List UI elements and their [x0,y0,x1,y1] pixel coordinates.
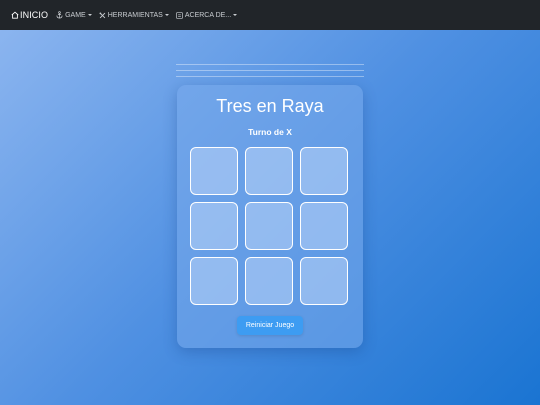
nav-tools-label: HERRAMIENTAS [107,11,163,19]
nav-tools-dropdown[interactable]: HERRAMIENTAS [99,12,169,19]
board-cell-8[interactable] [245,257,293,305]
board-cell-9[interactable] [300,257,348,305]
game-card: Tres en Raya Turno de X Reiniciar Juego [177,85,363,348]
board-cell-7[interactable] [190,257,238,305]
reset-game-button[interactable]: Reiniciar Juego [237,316,303,335]
turn-status: Turno de X [248,127,292,137]
tools-icon [99,11,106,19]
divider [176,70,364,71]
divider [176,76,364,77]
chevron-down-icon [233,14,238,16]
board-cell-3[interactable] [300,147,348,195]
nav-game-label: GAME [65,11,86,19]
game-board [190,147,350,307]
nav-about-label: ACERCA DE... [184,11,232,19]
nav-about-dropdown[interactable]: ACERCA DE... [176,11,238,19]
home-icon [11,11,19,19]
board-cell-4[interactable] [190,202,238,250]
divider [176,64,364,65]
board-cell-6[interactable] [300,202,348,250]
chevron-down-icon [164,14,169,16]
game-title: Tres en Raya [216,96,324,116]
nav-game-dropdown[interactable]: GAME [56,11,92,19]
board-cell-2[interactable] [245,147,293,195]
navbar: INICIO GAME HERRAMIENTAS ACERCA DE... [0,0,540,30]
board-cell-1[interactable] [190,147,238,195]
home-label: INICIO [20,10,49,20]
board-cell-5[interactable] [245,202,293,250]
info-box-icon [176,11,183,19]
home-link[interactable]: INICIO [11,10,48,20]
chevron-down-icon [87,14,92,16]
anchor-icon [56,11,63,19]
